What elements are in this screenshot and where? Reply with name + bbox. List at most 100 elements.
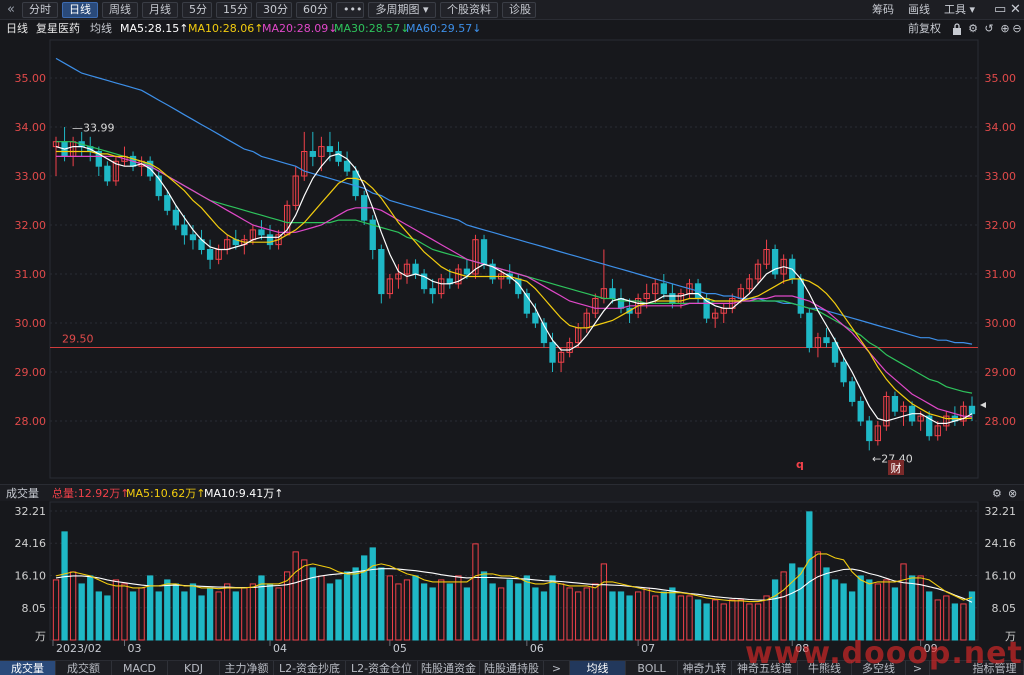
volume-bar: [891, 587, 899, 641]
volume-tick-right: 16.10: [985, 570, 1017, 583]
candle-body: [266, 234, 274, 246]
price-axis-labels: 35.00 35.00 34.00 34.00 33.00 33.00 32.00 32.00…: [15, 72, 1017, 428]
date-tick-label: 06: [530, 642, 544, 655]
volume-bar: [823, 567, 830, 641]
price-tick-left: 34.00: [15, 121, 47, 134]
candle-body: [181, 224, 188, 236]
volume-bar: [908, 575, 916, 641]
volume-bar: [224, 583, 231, 641]
volume-bar: [643, 587, 650, 641]
candle-body: [840, 361, 847, 383]
volume-tick-right: 8.05: [992, 602, 1017, 615]
price-tick-left: 32.00: [15, 219, 47, 232]
price-tick-left: 28.00: [15, 415, 47, 428]
reference-line-29-50: 29.50: [50, 333, 978, 348]
volume-bar: [540, 591, 548, 641]
candle-body: [378, 249, 385, 295]
tab-volume[interactable]: 成交量: [0, 661, 56, 675]
candle-body: [660, 283, 667, 295]
volume-bar: [498, 587, 505, 641]
candle-body: [258, 229, 265, 236]
gear-icon[interactable]: ⚙: [992, 487, 1002, 501]
volume-bar: [677, 595, 685, 641]
candle-body: [429, 288, 436, 295]
volume-bar: [754, 603, 762, 641]
volume-bar: [951, 603, 959, 641]
candle-body: [891, 396, 899, 412]
volume-bar: [549, 575, 556, 641]
candle-body: [866, 420, 873, 442]
tab-kdj[interactable]: KDJ: [168, 661, 220, 675]
candle-body: [343, 160, 351, 172]
volume-bar: [583, 587, 590, 641]
event-mark-financial: 财: [891, 461, 902, 475]
volume-bar: [412, 575, 419, 641]
volume-bar: [292, 551, 299, 641]
volume-bar: [866, 579, 873, 641]
volume-bar: [489, 583, 496, 641]
tab-turnover[interactable]: 成交额: [56, 661, 112, 675]
volume-bar: [198, 595, 205, 641]
volume-tick-right: 32.21: [985, 505, 1017, 518]
volume-bar: [241, 587, 248, 641]
volume-bar: [968, 591, 976, 641]
price-tick-right: 29.00: [985, 366, 1017, 379]
volume-bar: [249, 583, 257, 641]
tab-main-net[interactable]: 主力净额: [220, 661, 274, 675]
volume-bar: [309, 567, 316, 641]
volume-bar: [155, 591, 162, 641]
candle-body: [335, 151, 342, 162]
price-grid: [49, 39, 979, 479]
volume-bar: [164, 579, 171, 641]
volume-bar: [789, 563, 796, 641]
candle-body: [549, 342, 556, 363]
volume-bar: [275, 587, 282, 641]
volume-bar: [121, 583, 128, 641]
price-tick-right: 28.00: [985, 415, 1017, 428]
date-tick-label: 2023/02: [56, 642, 102, 655]
volume-bar: [472, 543, 479, 641]
candle-body: [172, 209, 180, 226]
volume-bar: [104, 595, 111, 641]
tab-boll[interactable]: BOLL: [626, 661, 678, 675]
volume-bar: [266, 583, 274, 641]
current-price-marker: [980, 402, 986, 408]
volume-tick-left: 万: [35, 630, 46, 643]
volume-bar: [258, 575, 265, 641]
volume-bar: [592, 583, 599, 641]
candle-body: [480, 239, 488, 265]
volume-bar: [523, 575, 530, 641]
volume-bar: [857, 575, 864, 641]
candle-body: [189, 234, 197, 241]
candle-body: [797, 278, 804, 314]
volume-bar: [720, 603, 727, 641]
close-icon[interactable]: ⊗: [1008, 487, 1017, 501]
volume-tick-right: 24.16: [985, 537, 1017, 550]
volume-tick-left: 8.05: [22, 602, 47, 615]
volume-bar: [746, 603, 753, 641]
tab-macd[interactable]: MACD: [112, 661, 168, 675]
volume-bar: [840, 583, 847, 641]
volume-tick-left: 32.21: [15, 505, 47, 518]
tab-hk-connect-flow[interactable]: 陆股通资金: [418, 661, 480, 675]
tab-ma[interactable]: 均线: [570, 661, 626, 675]
event-mark-q: q: [796, 458, 804, 471]
candle-body: [412, 263, 419, 275]
volume-bar: [52, 579, 60, 641]
volume-bar: [797, 567, 804, 641]
tab-scroll-right[interactable]: >: [544, 661, 570, 675]
volume-bar: [343, 571, 351, 641]
volume-bar: [112, 579, 120, 641]
volume-bar: [129, 591, 137, 641]
candle-body: [831, 342, 839, 363]
tab-hk-connect-hold[interactable]: 陆股通持股: [480, 661, 544, 675]
tab-l2-position[interactable]: L2-资金仓位: [346, 661, 418, 675]
volume-bar: [429, 587, 436, 641]
tab-magic-nine[interactable]: 神奇九转: [678, 661, 732, 675]
volume-bar: [189, 583, 197, 641]
kline-chart[interactable]: 35.00 35.00 34.00 34.00 33.00 33.00 32.00 32.00…: [0, 0, 1024, 675]
tab-l2-bottom[interactable]: L2-资金抄底: [274, 661, 346, 675]
reference-line-label: 29.50: [62, 333, 94, 346]
volume-bar: [652, 595, 659, 641]
date-tick-label: 07: [641, 642, 655, 655]
